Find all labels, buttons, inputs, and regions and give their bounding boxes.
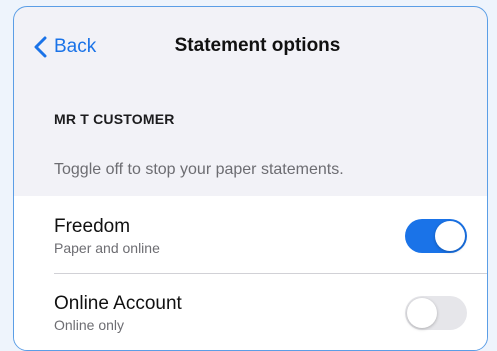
accounts-list: Freedom Paper and online Online Account … xyxy=(14,196,487,350)
account-row-online-account: Online Account Online only xyxy=(14,273,487,350)
navigation-bar: Back Statement options xyxy=(14,7,487,83)
page-title: Statement options xyxy=(174,35,341,56)
account-holder-name: MR T CUSTOMER xyxy=(54,111,175,127)
toggle-knob xyxy=(407,298,437,328)
paper-statement-toggle-online-account[interactable] xyxy=(405,296,467,330)
account-row-freedom: Freedom Paper and online xyxy=(14,196,487,273)
app-frame: Back Statement options MR T CUSTOMER Tog… xyxy=(0,0,497,351)
account-name: Freedom xyxy=(54,216,131,237)
section-instructions: Toggle off to stop your paper statements… xyxy=(54,161,344,178)
account-name: Online Account xyxy=(54,293,182,314)
toggle-knob xyxy=(435,221,465,251)
account-statement-type: Paper and online xyxy=(54,240,160,256)
account-statement-type: Online only xyxy=(54,317,125,333)
paper-statement-toggle-freedom[interactable] xyxy=(405,219,467,253)
statement-options-panel: Back Statement options MR T CUSTOMER Tog… xyxy=(13,6,488,351)
